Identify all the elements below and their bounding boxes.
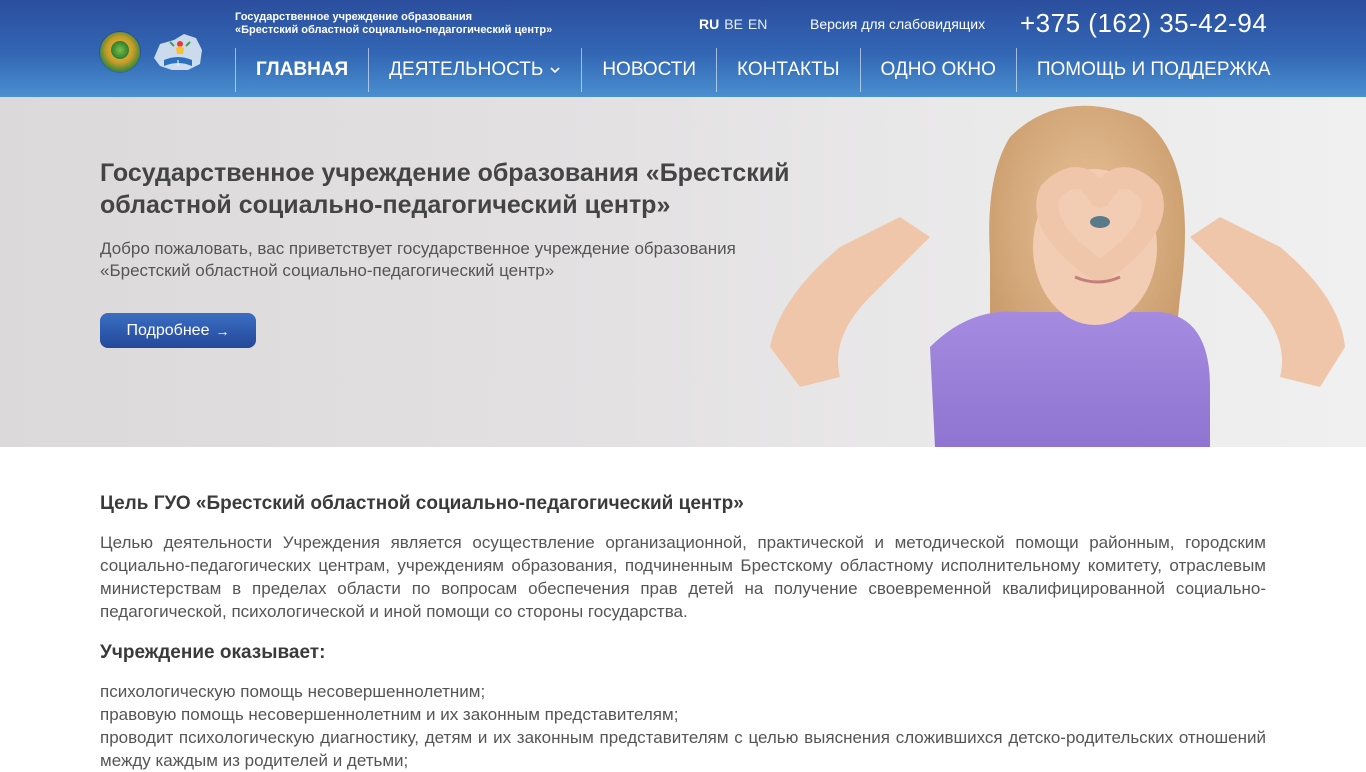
nav-item-label: КОНТАКТЫ bbox=[737, 59, 840, 80]
nav-item-label: НОВОСТИ bbox=[602, 59, 697, 80]
org-name-small[interactable]: Государственное учреждение образования «… bbox=[235, 11, 552, 37]
nav-item-one-window[interactable]: ОДНО ОКНО bbox=[859, 48, 1016, 92]
more-button-label: Подробнее bbox=[126, 321, 210, 339]
arrow-right-icon: → bbox=[215, 322, 230, 339]
list-item: проводит психологическую диагностику, де… bbox=[100, 728, 1266, 770]
girl-heart-hands-photo bbox=[770, 105, 1345, 447]
nav-item-home[interactable]: ГЛАВНАЯ bbox=[235, 48, 368, 92]
more-button[interactable]: Подробнее → bbox=[100, 313, 256, 348]
goal-text: Целью деятельности Учреждения является о… bbox=[100, 533, 1266, 621]
nav-item-label: ОДНО ОКНО bbox=[880, 59, 996, 80]
hero-subtitle: Добро пожаловать, вас приветствует госуд… bbox=[100, 239, 736, 280]
services-list: психологическую помощь несовершеннолетни… bbox=[100, 680, 1266, 772]
lang-ru[interactable]: RU bbox=[699, 16, 719, 32]
hero-title: Государственное учреждение образования «… bbox=[100, 159, 790, 219]
center-logo-icon bbox=[154, 34, 202, 70]
language-switcher: RU BE EN bbox=[699, 16, 772, 32]
state-emblem-icon bbox=[100, 32, 140, 72]
nav-item-label: ДЕЯТЕЛЬНОСТЬ bbox=[389, 59, 544, 80]
list-item: правовую помощь несовершеннолетним и их … bbox=[100, 705, 679, 724]
lang-be[interactable]: BE bbox=[724, 16, 743, 32]
phone-number[interactable]: +375 (162) 35-42-94 bbox=[1020, 8, 1267, 39]
chevron-down-icon bbox=[550, 67, 560, 74]
low-vision-link[interactable]: Версия для слабовидящих bbox=[810, 16, 985, 32]
list-item: психологическую помощь несовершеннолетни… bbox=[100, 682, 486, 701]
services-heading: Учреждение оказывает: bbox=[100, 642, 326, 663]
nav-item-help[interactable]: ПОМОЩЬ И ПОДДЕРЖКА bbox=[1015, 48, 1291, 92]
org-name-line1: Государственное учреждение образования bbox=[235, 11, 473, 23]
org-name-line2: «Брестский областной социально-педагогич… bbox=[235, 24, 553, 36]
hero-banner: Государственное учреждение образования «… bbox=[0, 97, 1366, 447]
nav-item-contacts[interactable]: КОНТАКТЫ bbox=[716, 48, 860, 92]
goal-heading: Цель ГУО «Брестский областной социально-… bbox=[100, 493, 744, 514]
nav-item-news[interactable]: НОВОСТИ bbox=[581, 48, 716, 92]
site-header: Государственное учреждение образования «… bbox=[0, 0, 1366, 97]
main-nav: ГЛАВНАЯ ДЕЯТЕЛЬНОСТЬ НОВОСТИ КОНТАКТЫ ОД… bbox=[235, 48, 1291, 92]
lang-en[interactable]: EN bbox=[748, 16, 767, 32]
nav-item-label: ГЛАВНАЯ bbox=[256, 59, 349, 80]
nav-item-activity[interactable]: ДЕЯТЕЛЬНОСТЬ bbox=[368, 48, 581, 92]
logos[interactable] bbox=[100, 30, 210, 75]
nav-item-label: ПОМОЩЬ И ПОДДЕРЖКА bbox=[1036, 59, 1271, 80]
main-content: Цель ГУО «Брестский областной социально-… bbox=[100, 492, 1266, 772]
